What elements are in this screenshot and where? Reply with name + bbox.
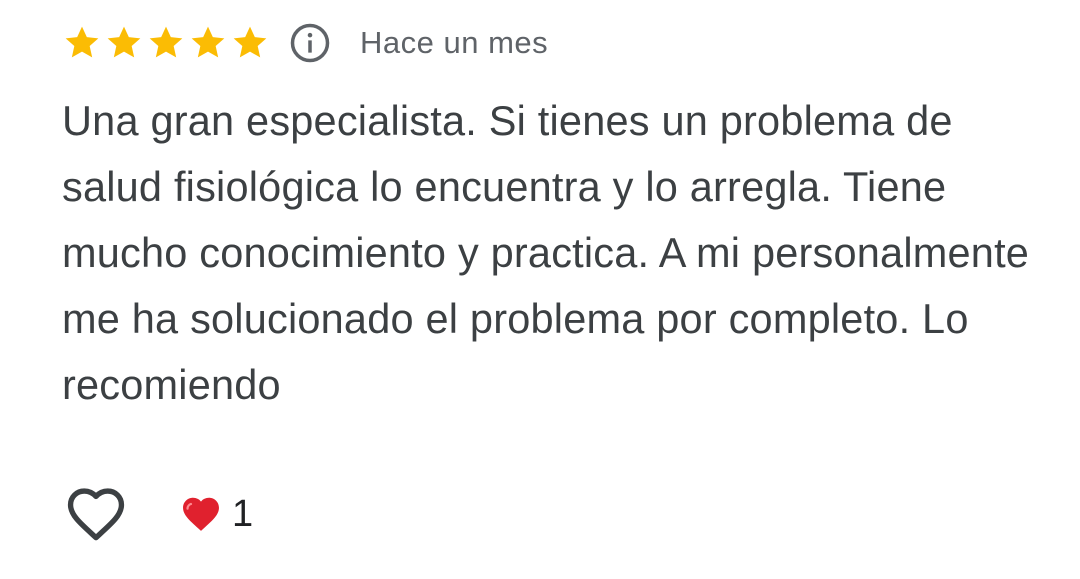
reaction-count: 1 bbox=[232, 492, 254, 535]
star-icon bbox=[104, 23, 144, 63]
red-heart-icon bbox=[180, 495, 222, 533]
star-icon bbox=[188, 23, 228, 63]
reaction-summary[interactable]: 1 bbox=[180, 493, 253, 536]
heart-outline-icon bbox=[67, 488, 125, 541]
info-icon[interactable] bbox=[288, 21, 332, 65]
review-text: Una gran especialista. Si tienes un prob… bbox=[62, 97, 1030, 408]
like-button[interactable] bbox=[64, 484, 128, 544]
star-rating bbox=[62, 23, 270, 63]
review-actions: 1 bbox=[64, 484, 253, 544]
star-icon bbox=[146, 23, 186, 63]
review-time: Hace un mes bbox=[360, 25, 549, 60]
review-meta: Hace un mes bbox=[62, 18, 1052, 68]
star-icon bbox=[62, 23, 102, 63]
star-icon bbox=[230, 23, 270, 63]
review-card: Hace un mes Una gran especialista. Si ti… bbox=[62, 18, 1052, 418]
